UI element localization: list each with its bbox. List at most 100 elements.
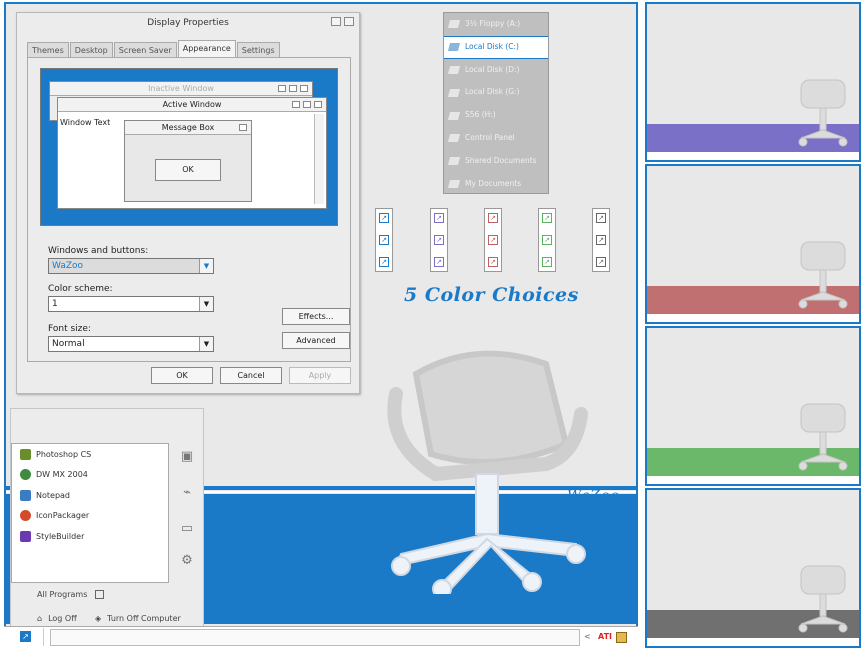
font-size-value: Normal	[52, 339, 85, 349]
icon-set-green: ↗ ↗ ↗	[538, 208, 556, 272]
menu-item-s56[interactable]: S56 (H:)	[444, 104, 548, 127]
stylebuilder-icon	[20, 530, 31, 542]
folder-icon	[447, 157, 461, 166]
resize-icon: ↗	[542, 213, 552, 223]
resize-icon: ↗	[379, 257, 389, 267]
menu-item-label: Shared Documents	[465, 155, 537, 165]
theme-preview-gray[interactable]	[645, 488, 861, 648]
resize-icon: ↗	[434, 213, 444, 223]
cancel-button[interactable]: Cancel	[220, 367, 282, 384]
effects-button[interactable]: Effects...	[282, 308, 350, 325]
preview-message-box: Message Box OK	[124, 120, 252, 202]
color-scheme-value: 1	[52, 299, 58, 309]
apply-button[interactable]: Apply	[289, 367, 351, 384]
menu-item-label: My Documents	[465, 178, 522, 188]
tab-desktop[interactable]: Desktop	[69, 42, 113, 58]
tab-settings[interactable]: Settings	[236, 42, 280, 58]
resize-icon: ↗	[596, 213, 606, 223]
close-button[interactable]	[344, 17, 354, 26]
log-off-button[interactable]: ⌂ Log Off	[37, 614, 77, 623]
font-size-label: Font size:	[48, 324, 91, 334]
resize-icon: ↗	[596, 257, 606, 267]
dialog-title: Display Properties	[147, 18, 229, 28]
menu-item-floppy[interactable]: 3½ Floppy (A:)	[444, 13, 548, 36]
message-box-title: Message Box	[125, 121, 251, 135]
program-iconpackager[interactable]: IconPackager	[12, 506, 168, 527]
help-button[interactable]	[331, 17, 341, 26]
resize-icon: ↗	[434, 257, 444, 267]
tab-themes[interactable]: Themes	[27, 42, 69, 58]
program-notepad[interactable]: Notepad	[12, 485, 168, 506]
menu-item-my-documents[interactable]: My Documents	[444, 173, 548, 196]
icon-set-blue: ↗ ↗ ↗	[375, 208, 393, 272]
turn-off-button[interactable]: ◈ Turn Off Computer	[95, 614, 181, 623]
windows-buttons-select[interactable]: WaZoo ▼	[48, 258, 214, 274]
menu-item-local-disk-g[interactable]: Local Disk (G:)	[444, 81, 548, 104]
home-icon: ⌂	[37, 614, 43, 623]
chair-icon	[798, 403, 848, 471]
program-label: StyleBuilder	[36, 531, 85, 541]
menu-item-control-panel[interactable]: Control Panel	[444, 127, 548, 150]
chevron-down-icon: ▼	[199, 337, 213, 351]
cd-drive-icon	[447, 111, 461, 120]
theme-preview-red[interactable]	[645, 164, 861, 324]
preview-window-text: Window Text	[60, 118, 111, 127]
task-area	[50, 629, 580, 646]
control-panel-icon	[447, 134, 461, 143]
turn-off-label: Turn Off Computer	[107, 614, 181, 623]
menu-item-local-disk-c[interactable]: Local Disk (C:)	[444, 35, 548, 59]
preview-scrollbar	[314, 114, 324, 204]
desktop: WaZoo Display Properties Themes Desktop …	[4, 2, 638, 648]
start-button[interactable]: ↗	[6, 628, 44, 646]
all-programs-button[interactable]: All Programs	[37, 590, 105, 599]
menu-item-label: Local Disk (C:)	[465, 41, 519, 51]
resize-icon: ↗	[542, 257, 552, 267]
ok-button[interactable]: OK	[151, 367, 213, 384]
menu-item-label: Local Disk (D:)	[465, 64, 520, 74]
tray-app-icon[interactable]	[616, 632, 627, 643]
color-scheme-select[interactable]: 1 ▼	[48, 296, 214, 312]
chevron-left-icon[interactable]: <	[584, 632, 591, 641]
menu-item-shared-documents[interactable]: Shared Documents	[444, 150, 548, 173]
program-label: Notepad	[36, 490, 70, 500]
message-box-ok: OK	[155, 159, 221, 181]
display-properties-dialog: Display Properties Themes Desktop Screen…	[16, 12, 360, 394]
color-scheme-label: Color scheme:	[48, 284, 113, 294]
menu-item-label: S56 (H:)	[465, 110, 496, 120]
menu-item-local-disk-d[interactable]: Local Disk (D:)	[444, 59, 548, 82]
system-tray: < ATI	[584, 629, 632, 646]
network-icon[interactable]: ⌁	[177, 485, 197, 505]
preview-active-window: Active Window Window Text Message Box OK	[57, 97, 327, 209]
program-label: Photoshop CS	[36, 449, 92, 459]
hard-disk-icon	[447, 88, 461, 97]
font-size-select[interactable]: Normal ▼	[48, 336, 214, 352]
theme-preview-purple[interactable]	[645, 2, 861, 162]
resize-icon: ↗	[596, 235, 606, 245]
settings-gear-icon[interactable]: ⚙	[177, 553, 197, 573]
pinned-programs: Photoshop CS DW MX 2004 Notepad IconPack…	[11, 443, 169, 583]
tab-appearance[interactable]: Appearance	[177, 40, 236, 58]
resize-icon: ↗	[379, 213, 389, 223]
program-stylebuilder[interactable]: StyleBuilder	[12, 526, 168, 547]
advanced-button[interactable]: Advanced	[282, 332, 350, 349]
resize-icon: ↗	[488, 235, 498, 245]
power-icon: ◈	[95, 614, 102, 623]
icon-set-purple: ↗ ↗ ↗	[430, 208, 448, 272]
theme-preview-green[interactable]	[645, 326, 861, 486]
ati-icon[interactable]: ATI	[598, 632, 612, 641]
notepad-icon	[20, 489, 31, 501]
appearance-panel: Inactive Window Active Window Window Tex…	[27, 57, 351, 362]
active-window-buttons	[292, 101, 322, 108]
hard-disk-icon	[447, 65, 461, 74]
tab-screen-saver[interactable]: Screen Saver	[113, 42, 177, 58]
dialog-tabs: Themes Desktop Screen Saver Appearance S…	[27, 40, 281, 58]
appearance-preview: Inactive Window Active Window Window Tex…	[40, 68, 338, 226]
program-dreamweaver[interactable]: DW MX 2004	[12, 465, 168, 486]
program-photoshop[interactable]: Photoshop CS	[12, 444, 168, 465]
start-icon: ↗	[20, 631, 31, 642]
drive-icon[interactable]: ▭	[177, 521, 197, 541]
my-computer-menu: 3½ Floppy (A:) Local Disk (C:) Local Dis…	[443, 12, 549, 194]
computer-icon[interactable]: ▣	[177, 449, 197, 469]
windows-buttons-value: WaZoo	[52, 261, 84, 271]
menu-item-label: Local Disk (G:)	[465, 87, 520, 97]
